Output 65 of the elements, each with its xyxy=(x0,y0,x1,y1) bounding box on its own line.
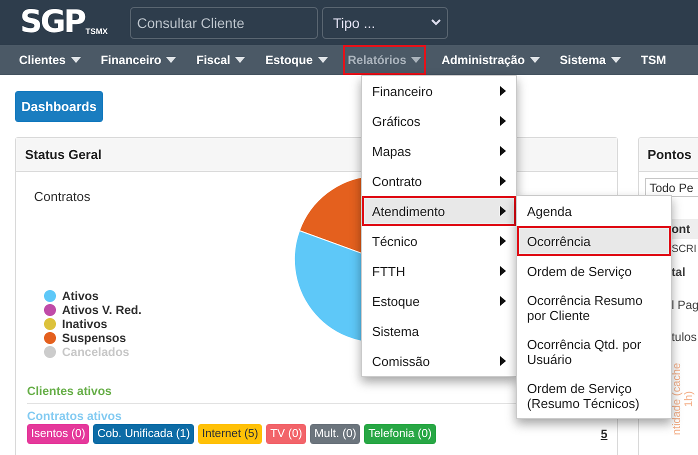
nav-menu-item[interactable]: Fiscal xyxy=(191,45,250,75)
category-tag: Isentos (0) xyxy=(27,424,90,444)
menu-item[interactable]: Gráficos xyxy=(362,106,516,136)
menu-item[interactable]: FTTH xyxy=(362,256,516,286)
category-tag: Internet (5) xyxy=(198,424,262,444)
submenu-arrow-icon xyxy=(500,266,506,276)
menu-item[interactable]: Ordem de Serviço xyxy=(517,256,671,286)
caret-icon xyxy=(235,57,246,63)
dashboards-button[interactable]: Dashboards xyxy=(15,91,103,122)
submenu-arrow-icon xyxy=(500,146,506,156)
total-link[interactable]: 5 xyxy=(600,427,608,441)
menu-item[interactable]: Sistema xyxy=(362,316,516,346)
caret-icon xyxy=(166,57,176,63)
contratos-ativos-heading: Contratos ativos xyxy=(27,409,122,423)
caret-icon xyxy=(610,57,621,63)
nav-menu-item[interactable]: Administração xyxy=(436,45,545,75)
info-text: l Pag xyxy=(671,298,698,312)
chart-title: Contratos xyxy=(34,189,92,204)
panel-title: Pontos xyxy=(639,138,698,172)
info-text: tulos xyxy=(671,330,697,344)
legend-item[interactable]: Ativos xyxy=(44,289,278,303)
menu-item[interactable]: Ocorrência xyxy=(517,226,671,256)
menu-item[interactable]: Ordem de Serviço (Resumo Técnicos) xyxy=(517,374,671,418)
menu-item[interactable]: Contrato xyxy=(362,166,516,196)
menu-item[interactable]: Ocorrência Qtd. por Usuário xyxy=(517,330,671,374)
caret-icon xyxy=(318,57,328,63)
logo-text: SGP xyxy=(20,7,84,38)
submenu-arrow-icon xyxy=(500,86,506,96)
table-cell: SCRI xyxy=(671,243,697,255)
caret-icon xyxy=(530,57,540,63)
nav-menu-item[interactable]: Sistema xyxy=(554,45,626,75)
category-tag: TV (0) xyxy=(266,424,306,444)
nav-menu-item[interactable]: Clientes xyxy=(14,45,86,75)
chevron-icon xyxy=(431,19,441,26)
menu-item[interactable]: Mapas xyxy=(362,136,516,166)
menu-item[interactable]: Comissão xyxy=(362,346,516,376)
nav-menu-item[interactable]: TSM xyxy=(636,45,672,75)
menu-item[interactable]: Estoque xyxy=(362,286,516,316)
legend-item[interactable]: Suspensos xyxy=(44,331,278,345)
nav-menu-item[interactable]: Financeiro xyxy=(96,45,182,75)
caret-icon xyxy=(70,57,81,63)
submenu-arrow-icon xyxy=(500,176,506,186)
submenu-arrow-icon xyxy=(500,116,506,126)
type-select[interactable]: Tipo ... xyxy=(322,6,448,38)
menu-item[interactable]: Financeiro xyxy=(362,76,516,106)
submenu-arrow-icon xyxy=(500,356,506,366)
legend-item[interactable]: Inativos xyxy=(44,317,278,331)
menu-item[interactable]: Agenda xyxy=(517,196,671,226)
submenu-arrow-icon xyxy=(500,236,506,246)
menu-item[interactable]: Ocorrência Resumo por Cliente xyxy=(517,286,671,330)
search-field[interactable]: Consultar Cliente xyxy=(130,6,318,38)
axis-label: ntidade (cache 1h) xyxy=(671,362,696,438)
menu-item[interactable]: Atendimento xyxy=(362,196,516,226)
nav-menu-item[interactable]: Estoque xyxy=(260,45,333,75)
category-tag: Mult. (0) xyxy=(310,424,360,444)
logo-subtext: TSMX xyxy=(86,27,108,36)
submenu-arrow-icon xyxy=(500,296,506,306)
total-label: tal xyxy=(671,265,686,279)
menu-item[interactable]: Técnico xyxy=(362,226,516,256)
category-tag: Telefonia (0) xyxy=(364,424,436,444)
submenu-arrow-icon xyxy=(500,206,506,216)
legend-item[interactable]: Ativos V. Red. xyxy=(44,303,278,317)
clientes-ativos-heading: Clientes ativos xyxy=(27,384,112,399)
category-tag: Cob. Unificada (1) xyxy=(93,424,194,444)
caret-icon xyxy=(411,57,422,63)
